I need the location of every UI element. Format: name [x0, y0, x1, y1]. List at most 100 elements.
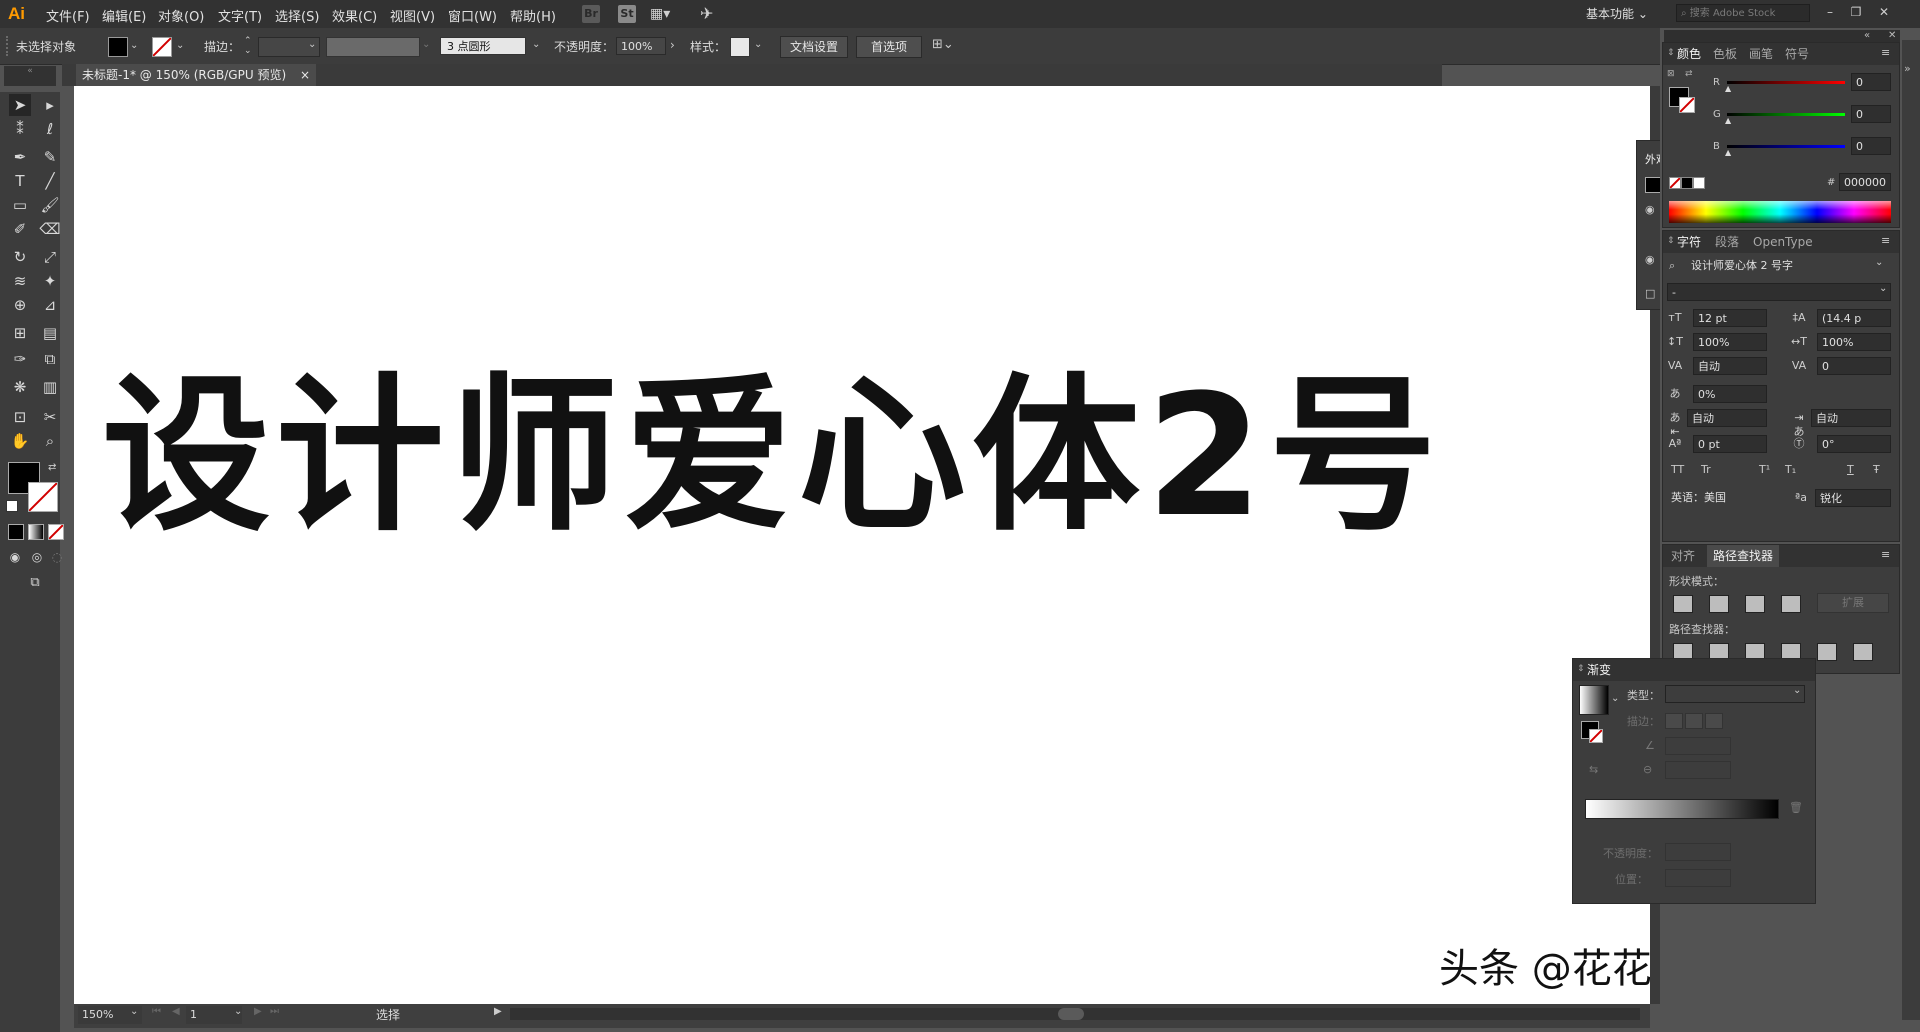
- opacity-input[interactable]: 100%: [616, 37, 666, 55]
- minus-front-icon[interactable]: [1709, 595, 1729, 613]
- gradient-position-input[interactable]: [1665, 869, 1731, 887]
- column-graph-tool-icon[interactable]: ▥: [39, 376, 61, 398]
- font-search-icon[interactable]: ⌕: [1669, 259, 1675, 273]
- vertical-scale-input[interactable]: 100%: [1693, 333, 1767, 351]
- baseline-shift-input[interactable]: 0 pt: [1693, 435, 1767, 453]
- delete-stop-icon[interactable]: 🗑: [1789, 801, 1803, 814]
- tools-panel-collapse[interactable]: «: [4, 66, 56, 86]
- direct-selection-tool-icon[interactable]: ▸: [39, 94, 61, 116]
- gradient-tool-icon[interactable]: ▤: [39, 322, 61, 344]
- blue-slider-handle[interactable]: ▲: [1725, 148, 1731, 157]
- restore-button[interactable]: ❐: [1846, 4, 1866, 20]
- menu-effect[interactable]: 效果(C): [332, 6, 377, 25]
- tab-gradient[interactable]: 渐变: [1587, 659, 1611, 681]
- magic-wand-tool-icon[interactable]: ⁑: [9, 118, 31, 140]
- leading-input[interactable]: (14.4 p: [1817, 309, 1891, 327]
- draw-inside-icon[interactable]: ◌: [46, 546, 68, 568]
- font-size-input[interactable]: 12 pt: [1693, 309, 1767, 327]
- visibility-eye-icon[interactable]: ◉: [1645, 203, 1655, 216]
- preferences-button[interactable]: 首选项: [856, 36, 922, 58]
- aki-left-select[interactable]: 自动: [1687, 409, 1767, 427]
- shape-builder-tool-icon[interactable]: ⊕: [9, 294, 31, 316]
- tab-opentype[interactable]: OpenType: [1753, 231, 1813, 253]
- minimize-button[interactable]: –: [1820, 4, 1840, 20]
- reverse-gradient-icon[interactable]: ⇆: [1589, 763, 1598, 776]
- visibility-eye-icon-2[interactable]: ◉: [1645, 253, 1655, 266]
- next-artboard-icon[interactable]: ▶: [254, 1006, 262, 1017]
- stroke-color-box[interactable]: [28, 482, 58, 512]
- menu-file[interactable]: 文件(F): [46, 6, 90, 25]
- bridge-icon[interactable]: Br: [582, 5, 600, 23]
- hand-tool-icon[interactable]: ✋: [9, 430, 31, 452]
- artwork-text[interactable]: 设计师爱心体2号: [102, 356, 1443, 556]
- stock-search-input[interactable]: ⌕ 搜索 Adobe Stock: [1676, 4, 1810, 22]
- tab-align[interactable]: 对齐: [1671, 545, 1695, 567]
- font-family-select[interactable]: 设计师爱心体 2 号字: [1687, 257, 1887, 275]
- swap-fill-stroke-icon[interactable]: ⇄: [48, 462, 56, 473]
- outline-icon[interactable]: [1817, 643, 1837, 661]
- pen-tool-icon[interactable]: ✒: [9, 146, 31, 168]
- fill-dropdown-icon[interactable]: ⌄: [130, 40, 138, 51]
- graphic-style-swatch[interactable]: [730, 37, 750, 57]
- gradient-preview[interactable]: [1579, 685, 1609, 715]
- menu-edit[interactable]: 编辑(E): [102, 6, 146, 25]
- rectangle-tool-icon[interactable]: ▭: [9, 194, 31, 216]
- panel-collapse-icon[interactable]: ⇕: [1667, 48, 1675, 58]
- appearance-fill-swatch[interactable]: [1645, 177, 1661, 193]
- menu-view[interactable]: 视图(V): [390, 6, 435, 25]
- artboard-tool-icon[interactable]: ⊡: [9, 406, 31, 428]
- none-mode-icon[interactable]: [48, 524, 64, 540]
- stroke-along-icon[interactable]: [1685, 713, 1703, 729]
- white-swatch[interactable]: [1693, 177, 1705, 189]
- color-mode-icon[interactable]: [8, 524, 24, 540]
- tsume-input[interactable]: 0%: [1693, 385, 1767, 403]
- last-artboard-icon[interactable]: ⏭: [270, 1006, 279, 1017]
- blue-value-input[interactable]: 0: [1851, 137, 1891, 155]
- anti-aliasing-select[interactable]: 锐化: [1815, 489, 1891, 507]
- expand-button[interactable]: 扩展: [1817, 593, 1889, 613]
- brush-definition[interactable]: 3 点圆形: [440, 37, 526, 55]
- unite-icon[interactable]: [1673, 595, 1693, 613]
- draw-normal-icon[interactable]: ◉: [4, 546, 26, 568]
- red-slider-handle[interactable]: ▲: [1725, 84, 1731, 93]
- puppet-warp-tool-icon[interactable]: ✦: [39, 270, 61, 292]
- subscript-button[interactable]: T₁: [1785, 463, 1796, 476]
- rotate-tool-icon[interactable]: ↻: [9, 246, 31, 268]
- pathfinder-menu-icon[interactable]: ≡: [1881, 548, 1890, 561]
- tab-color[interactable]: 颜色: [1677, 43, 1701, 65]
- blue-slider[interactable]: [1727, 145, 1845, 148]
- red-value-input[interactable]: 0: [1851, 73, 1891, 91]
- font-style-dropdown-icon[interactable]: ⌄: [1879, 283, 1887, 294]
- selection-tool-icon[interactable]: ➤: [9, 94, 31, 116]
- hex-value-input[interactable]: 000000: [1839, 173, 1891, 191]
- menu-select[interactable]: 选择(S): [275, 6, 319, 25]
- language-select[interactable]: 英语：美国: [1667, 489, 1767, 507]
- opacity-arrow-icon[interactable]: ›: [670, 38, 675, 52]
- stock-icon[interactable]: St: [618, 5, 636, 23]
- workspace-switcher[interactable]: 基本功能 ⌄: [1586, 5, 1648, 22]
- align-options-icon[interactable]: ⊞⌄: [932, 37, 954, 52]
- horizontal-scale-input[interactable]: 100%: [1817, 333, 1891, 351]
- first-artboard-icon[interactable]: ⏮: [152, 1006, 161, 1017]
- horizontal-scroll-thumb[interactable]: [1058, 1008, 1084, 1020]
- reset-colors-icon[interactable]: ⊠: [1667, 69, 1675, 79]
- gradient-type-select[interactable]: [1665, 685, 1805, 703]
- tab-paragraph[interactable]: 段落: [1715, 231, 1739, 253]
- gradient-preset-dropdown-icon[interactable]: ⌄: [1611, 693, 1619, 704]
- exclude-icon[interactable]: [1781, 595, 1801, 613]
- tab-symbols[interactable]: 符号: [1785, 43, 1809, 65]
- gradient-opacity-input[interactable]: [1665, 843, 1731, 861]
- red-slider[interactable]: [1727, 81, 1845, 84]
- tab-swatches[interactable]: 色板: [1713, 43, 1737, 65]
- black-swatch[interactable]: [1681, 177, 1693, 189]
- document-tab[interactable]: 未标题-1* @ 150% (RGB/GPU 预览) ×: [76, 64, 316, 86]
- mesh-tool-icon[interactable]: ⊞: [9, 322, 31, 344]
- slice-tool-icon[interactable]: ✂: [39, 406, 61, 428]
- menu-help[interactable]: 帮助(H): [510, 6, 556, 25]
- character-menu-icon[interactable]: ≡: [1881, 234, 1890, 247]
- paintbrush-tool-icon[interactable]: 🖌: [39, 194, 61, 216]
- menu-type[interactable]: 文字(T): [218, 6, 262, 25]
- stroke-weight-dropdown-icon[interactable]: ⌄: [308, 39, 316, 50]
- gradient-stroke-box[interactable]: [1589, 729, 1603, 743]
- intersect-icon[interactable]: [1745, 595, 1765, 613]
